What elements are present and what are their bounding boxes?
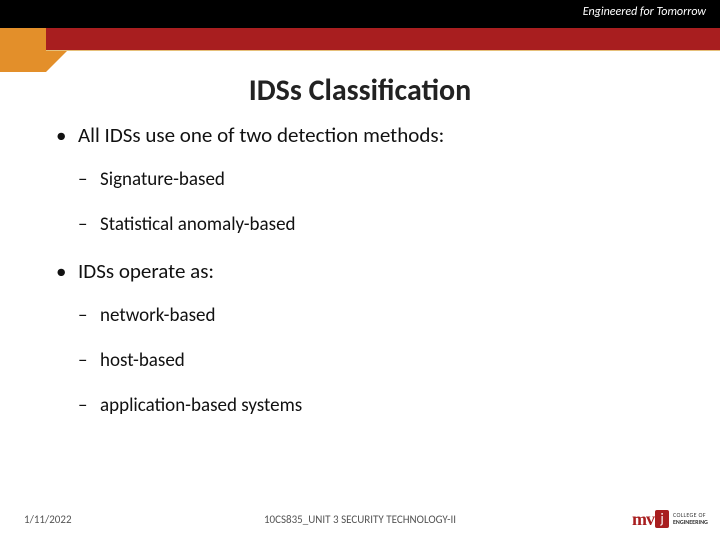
subbullet-2-3: application-based systems bbox=[78, 394, 666, 417]
slide-body: All IDSs use one of two detection method… bbox=[56, 122, 666, 439]
mvj-logo: mvj COLLEGE OF ENGINEERING bbox=[632, 504, 710, 534]
subbullet-1-2: Statistical anomaly-based bbox=[78, 213, 666, 236]
logo-mark-text: mv bbox=[632, 509, 654, 530]
logo-j: j bbox=[655, 510, 669, 528]
slide-title: IDSs Classification bbox=[0, 72, 720, 109]
logo-text: COLLEGE OF ENGINEERING bbox=[673, 512, 708, 526]
slide: Engineered for Tomorrow IDSs Classificat… bbox=[0, 0, 720, 540]
tagline: Engineered for Tomorrow bbox=[583, 5, 706, 19]
logo-line2: ENGINEERING bbox=[673, 519, 708, 526]
subbullet-2-2: host-based bbox=[78, 349, 666, 372]
gold-underline bbox=[46, 50, 720, 51]
bullet-1-text: All IDSs use one of two detection method… bbox=[78, 122, 444, 148]
bullet-2: IDSs operate as: network-based host-base… bbox=[56, 258, 666, 417]
subbullet-1-1: Signature-based bbox=[78, 168, 666, 191]
bullet-1: All IDSs use one of two detection method… bbox=[56, 122, 666, 236]
subbullet-2-1: network-based bbox=[78, 304, 666, 327]
orange-tab bbox=[0, 28, 46, 72]
footer-center: 10CS835_UNIT 3 SECURITY TECHNOLOGY-II bbox=[0, 513, 720, 526]
red-band bbox=[46, 28, 720, 50]
bullet-2-text: IDSs operate as: bbox=[78, 258, 214, 284]
